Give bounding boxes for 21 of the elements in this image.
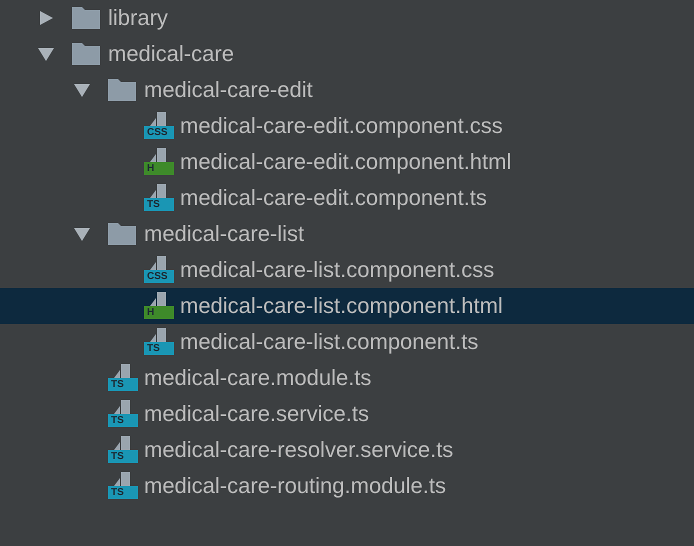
folder-icon — [108, 223, 136, 245]
tree-item-label[interactable]: medical-care — [108, 41, 234, 67]
tree-item-label[interactable]: library — [108, 5, 168, 31]
tree-item-label[interactable]: medical-care-list.component.ts — [180, 329, 478, 355]
tree-item-label[interactable]: medical-care-edit.component.css — [180, 113, 503, 139]
tree-item-label[interactable]: medical-care-resolver.service.ts — [144, 437, 454, 463]
expand-arrow-icon[interactable] — [72, 226, 92, 242]
tree-item-label[interactable]: medical-care-edit — [144, 77, 313, 103]
folder-icon — [72, 7, 100, 29]
expand-arrow-icon[interactable] — [36, 46, 56, 62]
tree-item-label[interactable]: medical-care-list — [144, 221, 304, 247]
tree-item-label[interactable]: medical-care-edit.component.ts — [180, 185, 487, 211]
tree-item-label[interactable]: medical-care-list.component.css — [180, 257, 494, 283]
tree-item-label[interactable]: medical-care-edit.component.html — [180, 149, 512, 175]
tree-item-label[interactable]: medical-care.module.ts — [144, 365, 372, 391]
folder-icon — [72, 43, 100, 65]
tree-item-label[interactable]: medical-care.service.ts — [144, 401, 369, 427]
tree-item-label[interactable]: medical-care-list.component.html — [180, 293, 503, 319]
folder-icon — [108, 79, 136, 101]
expand-arrow-icon[interactable] — [72, 82, 92, 98]
tree-item-label[interactable]: medical-care-routing.module.ts — [144, 473, 446, 499]
